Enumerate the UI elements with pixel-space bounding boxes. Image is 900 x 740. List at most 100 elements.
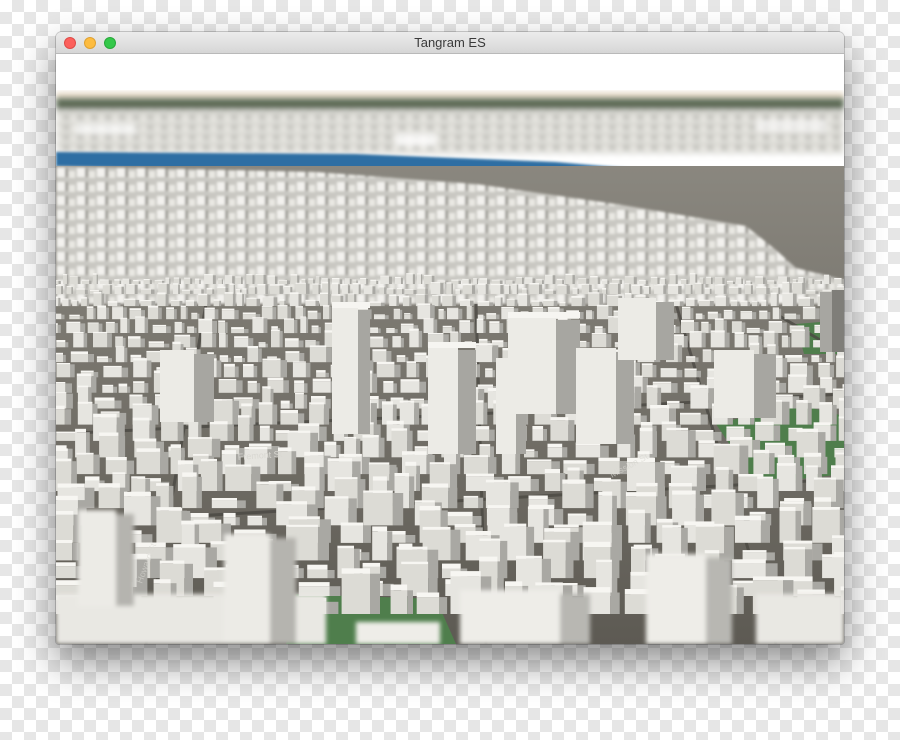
building-side — [789, 283, 792, 294]
building-roof — [701, 321, 709, 324]
building-roof — [812, 507, 840, 510]
building-roof — [311, 396, 326, 399]
building-roof — [535, 582, 563, 586]
building-side — [370, 403, 377, 425]
building-roof — [173, 544, 206, 548]
building-side — [663, 285, 667, 294]
building-roof — [818, 362, 830, 366]
building-side — [327, 278, 330, 284]
building-side — [776, 294, 779, 307]
building-roof — [536, 279, 542, 281]
building-roof — [56, 458, 72, 462]
building-side — [326, 601, 339, 614]
building-side — [795, 510, 802, 543]
building-roof — [806, 465, 818, 468]
building-roof — [394, 473, 409, 477]
building-face — [223, 366, 235, 378]
building-side — [606, 289, 608, 294]
building-roof — [81, 297, 87, 299]
building-roof — [774, 394, 793, 397]
building-roof — [672, 490, 696, 495]
building-face — [332, 284, 338, 294]
building-roof — [592, 288, 598, 290]
building-face — [689, 332, 702, 348]
building-roof — [422, 526, 451, 530]
building-roof — [391, 428, 408, 431]
building-roof — [485, 479, 511, 483]
map-view[interactable]: Fremont St Mission St Howard St — [56, 54, 844, 644]
title-bar[interactable]: Tangram ES — [56, 32, 844, 54]
building-roof — [185, 347, 197, 350]
building-side — [339, 279, 343, 284]
building-face — [624, 284, 630, 294]
building-side — [711, 350, 715, 363]
building-side — [510, 482, 519, 509]
building-face — [776, 465, 796, 491]
building-side — [66, 275, 69, 284]
building-side — [443, 310, 446, 320]
building-side — [396, 296, 399, 306]
building-face — [447, 308, 459, 320]
building-roof — [432, 295, 439, 296]
building-face — [387, 289, 394, 294]
building-side — [472, 516, 482, 526]
building-roof — [244, 447, 268, 450]
building-face — [224, 276, 233, 284]
building-side — [410, 314, 413, 320]
building-side — [409, 476, 415, 509]
building-roof — [57, 483, 85, 488]
building-roof — [748, 335, 759, 337]
building-side — [297, 275, 300, 284]
building-side — [782, 401, 790, 425]
building-roof — [784, 546, 805, 550]
building-roof — [347, 293, 355, 295]
building-face — [344, 279, 350, 284]
building-side — [65, 383, 72, 393]
building-roof — [372, 349, 387, 352]
building-side — [304, 394, 308, 409]
building-side — [722, 278, 725, 284]
building-face — [641, 365, 653, 378]
building-roof — [465, 531, 491, 536]
building-face — [277, 306, 288, 320]
building-face — [372, 531, 388, 561]
building-roof — [834, 278, 842, 280]
building-roof — [69, 276, 78, 277]
building-roof — [625, 293, 632, 295]
building-roof — [409, 328, 419, 331]
building-side — [384, 315, 389, 320]
building-face — [141, 289, 151, 294]
building-roof — [473, 278, 477, 279]
building-face — [490, 285, 501, 294]
building-side — [829, 365, 834, 378]
building-face — [495, 297, 501, 306]
building-roof — [395, 276, 401, 279]
building-roof — [76, 288, 85, 290]
building-side — [471, 306, 474, 320]
building-roof — [292, 361, 306, 363]
building-roof — [271, 329, 280, 331]
building-roof — [285, 351, 300, 353]
building-roof — [784, 313, 797, 315]
building-face — [204, 275, 213, 284]
building-face — [255, 275, 264, 284]
building-roof — [258, 342, 266, 344]
building-side — [165, 294, 169, 307]
building-roof — [628, 509, 645, 514]
building-face — [740, 301, 748, 307]
building-roof — [153, 579, 171, 584]
building-roof — [133, 381, 145, 384]
building-side — [144, 317, 149, 333]
building-face — [466, 306, 472, 320]
building-side — [83, 333, 88, 348]
building-side — [164, 343, 170, 348]
building-roof — [201, 332, 213, 334]
building-roof — [287, 430, 311, 433]
building-face — [198, 295, 208, 306]
building-side — [521, 278, 524, 284]
building-side — [821, 456, 828, 475]
building-face — [761, 301, 767, 307]
building-roof — [414, 352, 427, 356]
building-side — [527, 295, 531, 307]
building-face — [56, 297, 59, 307]
